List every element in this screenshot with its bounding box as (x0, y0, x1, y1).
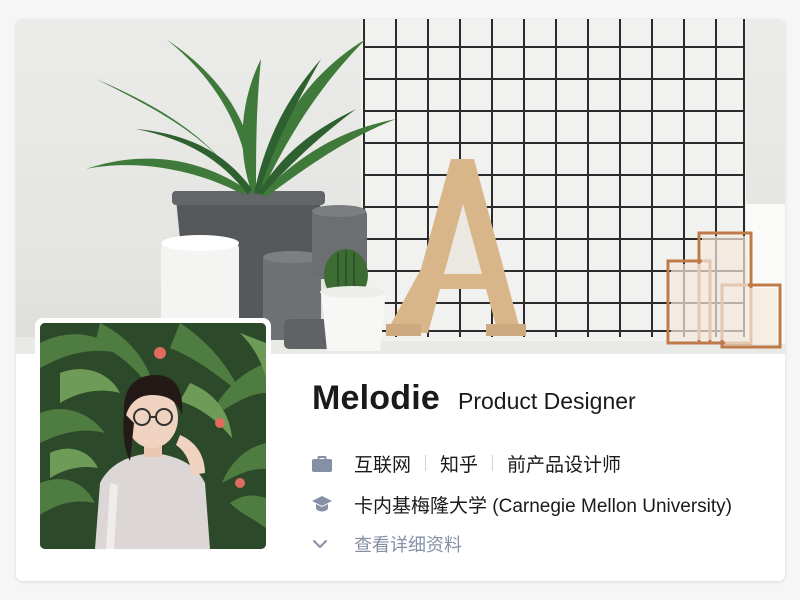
education-row: 卡内基梅隆大学 (Carnegie Mellon University) (312, 489, 732, 519)
view-details-label[interactable]: 查看详细资料 (354, 531, 462, 557)
user-name[interactable]: Melodie (312, 379, 440, 418)
education-school[interactable]: 卡内基梅隆大学 (Carnegie Mellon University) (354, 491, 732, 518)
cover-image (16, 19, 785, 354)
employment-industry: 互联网 (354, 454, 412, 476)
divider (425, 455, 427, 471)
chevron-down-icon (312, 534, 338, 554)
divider (492, 455, 494, 471)
employment-company[interactable]: 知乎 (440, 450, 478, 477)
name-row: Melodie Product Designer (312, 379, 636, 423)
avatar-frame (35, 318, 271, 554)
avatar[interactable] (40, 323, 266, 549)
user-headline: Product Designer (457, 388, 636, 414)
profile-card: Melodie Product Designer 互联网 知乎 前产品设计师 卡… (16, 19, 785, 581)
employment-row: 互联网 知乎 前产品设计师 (312, 448, 621, 478)
briefcase-icon (312, 453, 338, 473)
employment-position: 前产品设计师 (507, 454, 622, 476)
graduation-cap-icon (312, 494, 338, 514)
view-details-button[interactable]: 查看详细资料 (312, 529, 462, 559)
